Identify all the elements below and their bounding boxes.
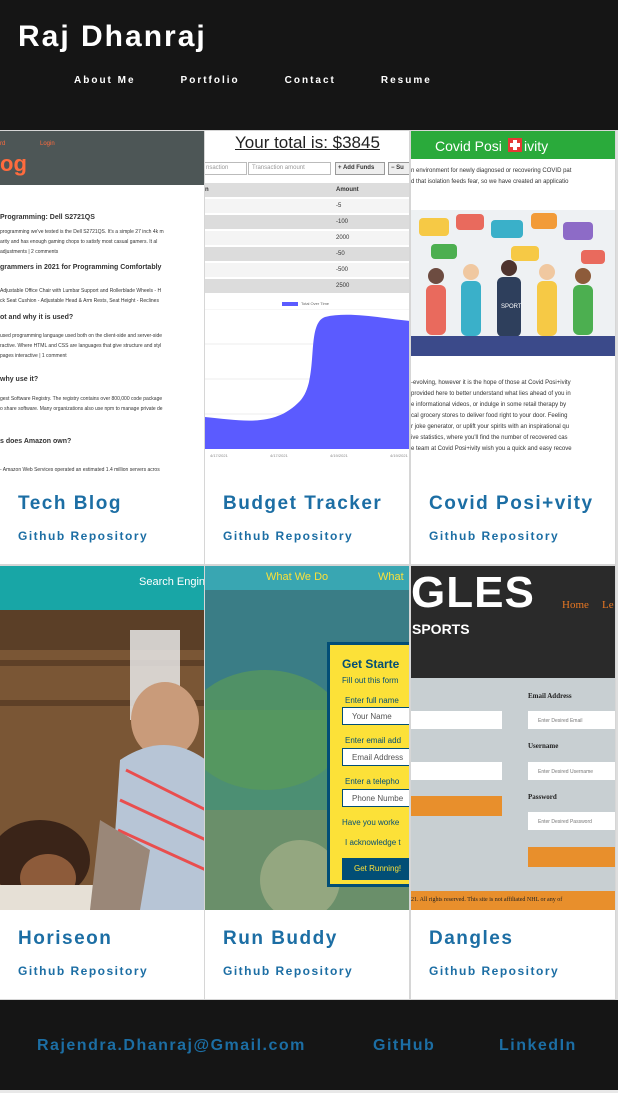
- blog-line: why use it?: [0, 376, 39, 383]
- covid-positivity-screenshot[interactable]: Covid Posi ivity n environment for newly…: [411, 131, 615, 475]
- blog-line: programming we've tested is the Dell S27…: [0, 229, 164, 235]
- transaction-amount: -50: [336, 251, 345, 257]
- blog-line: ot and why it is used?: [0, 314, 74, 321]
- portfolio-grid: rd Login og Programming: Dell S2721QS pro…: [0, 130, 618, 1000]
- linkedin-link[interactable]: LinkedIn: [499, 1037, 577, 1055]
- blog-line: - Amazon Web Services operated an estima…: [0, 467, 160, 473]
- photo-people-at-desk: [0, 610, 204, 910]
- horiseon-screenshot[interactable]: Search Engine: [0, 566, 204, 910]
- blog-line: s does Amazon own?: [0, 438, 72, 445]
- project-title: Covid Posi+vity: [429, 493, 594, 514]
- nav-about-me[interactable]: About Me: [74, 75, 136, 86]
- blog-line: ck Seat Cushion - Adjustable Head & Arm …: [0, 298, 159, 304]
- github-repository-link[interactable]: Github Repository: [223, 964, 353, 978]
- blog-line: used programming language used both on t…: [0, 333, 163, 339]
- github-repository-link[interactable]: Github Repository: [429, 964, 559, 978]
- project-title: Horiseon: [18, 928, 113, 949]
- github-repository-link[interactable]: Github Repository: [18, 529, 148, 543]
- transaction-row: [205, 279, 409, 293]
- blog-line: gest Software Registry. The registry con…: [0, 396, 163, 402]
- covid-line: e team at Covid Posi+ivity wish you a qu…: [411, 446, 572, 452]
- nav-resume[interactable]: Resume: [381, 75, 432, 86]
- blog-line: pages interactive | 1 comment: [0, 353, 67, 359]
- run-buddy-screenshot[interactable]: What We Do What Get Starte Fill out this…: [205, 566, 409, 910]
- project-card-budget-tracker[interactable]: Your total is: $3845 nsaction Transactio…: [204, 130, 410, 565]
- github-repository-link[interactable]: Github Repository: [223, 529, 353, 543]
- covid-line: e informational videos, or indulge in so…: [411, 402, 567, 408]
- blog-line: grammers in 2021 for Programming Comfort…: [0, 264, 162, 271]
- project-title: Dangles: [429, 928, 514, 949]
- blog-line: o share software. Many organizations als…: [0, 406, 163, 412]
- transaction-row: [205, 263, 409, 277]
- covid-line: r joke generator, or uplift your spirits…: [411, 424, 570, 430]
- project-title: Tech Blog: [18, 493, 122, 514]
- blog-line: ractive. Where HTML and CSS are language…: [0, 343, 162, 349]
- covid-line: provided here to better understand what …: [411, 391, 571, 397]
- blog-line: Adjustable Office Chair with Lumbar Supp…: [0, 288, 162, 294]
- transaction-amount: -5: [336, 203, 342, 209]
- transaction-amount: -500: [336, 267, 349, 273]
- blog-line: adjustments | 2 comments: [0, 249, 59, 255]
- blog-line: arity and has enough gaming chops to sat…: [0, 239, 158, 245]
- github-repository-link[interactable]: Github Repository: [18, 964, 148, 978]
- email-link[interactable]: Rajendra.Dhanraj@Gmail.com: [37, 1037, 306, 1055]
- nav-portfolio[interactable]: Portfolio: [181, 75, 240, 86]
- transaction-row: [205, 215, 409, 229]
- project-card-dangles[interactable]: GLES SPORTS Home Le Email Address Enter …: [410, 565, 616, 1000]
- transaction-row: [205, 231, 409, 245]
- project-card-horiseon[interactable]: Search Engine Horiseon Github Repository: [0, 565, 205, 1000]
- illustration-people-speech-bubbles: SPORT: [411, 210, 615, 356]
- covid-line: cal grocery stores to deliver food right…: [411, 413, 568, 419]
- svg-text:SPORT: SPORT: [501, 304, 522, 310]
- site-title: Raj Dhanraj: [18, 20, 207, 53]
- site-footer: Rajendra.Dhanraj@Gmail.com GitHub Linked…: [0, 1000, 618, 1090]
- tech-blog-screenshot[interactable]: rd Login og Programming: Dell S2721QS pro…: [0, 131, 204, 475]
- main-nav: About Me Portfolio Contact Resume: [74, 75, 477, 86]
- red-cross-icon: [508, 138, 522, 152]
- dangles-screenshot[interactable]: GLES SPORTS Home Le Email Address Enter …: [411, 566, 615, 910]
- project-card-run-buddy[interactable]: What We Do What Get Starte Fill out this…: [204, 565, 410, 1000]
- transaction-row: [205, 199, 409, 213]
- project-title: Run Buddy: [223, 928, 338, 949]
- covid-line: ive statistics, where you'll find the nu…: [411, 435, 568, 441]
- total-over-time-chart: [205, 309, 409, 449]
- project-title: Budget Tracker: [223, 493, 383, 514]
- budget-tracker-screenshot[interactable]: Your total is: $3845 nsaction Transactio…: [205, 131, 409, 475]
- github-repository-link[interactable]: Github Repository: [429, 529, 559, 543]
- transaction-amount: 2000: [336, 235, 350, 241]
- project-card-covid-positivity[interactable]: Covid Posi ivity n environment for newly…: [410, 130, 616, 565]
- github-link[interactable]: GitHub: [373, 1037, 435, 1055]
- site-header: Raj Dhanraj About Me Portfolio Contact R…: [0, 0, 618, 130]
- nav-contact[interactable]: Contact: [285, 75, 336, 86]
- transaction-row: [205, 247, 409, 261]
- covid-line: -evolving, however it is the hope of tho…: [411, 380, 571, 386]
- project-card-tech-blog[interactable]: rd Login og Programming: Dell S2721QS pro…: [0, 130, 205, 565]
- transaction-amount: -100: [336, 219, 349, 225]
- transaction-amount: 2500: [336, 283, 350, 289]
- blog-line: Programming: Dell S2721QS: [0, 214, 95, 221]
